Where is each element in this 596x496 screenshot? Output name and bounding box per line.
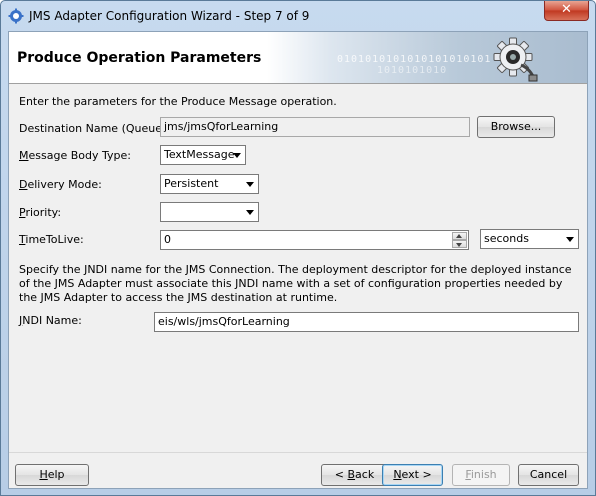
- label-text: elivery Mode:: [27, 178, 102, 191]
- button-label: ack: [355, 468, 375, 481]
- destination-label: Destination Name (Queue):: [19, 122, 170, 135]
- chevron-down-icon: [246, 182, 254, 187]
- priority-select[interactable]: [160, 202, 259, 222]
- input-value: 0: [164, 233, 171, 246]
- label-text: essage Body Type:: [28, 149, 131, 162]
- title-bar[interactable]: JMS Adapter Configuration Wizard - Step …: [1, 1, 595, 31]
- browse-button[interactable]: Browse...: [477, 116, 555, 138]
- chevron-down-icon: [246, 210, 254, 215]
- back-button[interactable]: < Back: [321, 464, 388, 486]
- button-label: <: [334, 468, 348, 481]
- time-to-live-input[interactable]: 0: [160, 230, 469, 250]
- mnemonic: M: [19, 149, 29, 162]
- wizard-header: Produce Operation Parameters 01010101010…: [9, 32, 587, 84]
- button-label: inish: [470, 468, 497, 481]
- jndi-description: Specify the JNDI name for the JMS Connec…: [19, 263, 572, 304]
- wizard-window: JMS Adapter Configuration Wizard - Step …: [0, 0, 596, 496]
- jndi-name-input[interactable]: eis/wls/jmsQforLearning: [154, 312, 579, 332]
- jndi-name-label: JNDI Name:: [19, 314, 82, 327]
- time-to-live-spinner[interactable]: [452, 232, 467, 248]
- help-button[interactable]: Help: [15, 464, 89, 486]
- select-value: TextMessage: [164, 148, 235, 161]
- chevron-down-icon: [233, 153, 241, 158]
- time-to-live-label: TimeToLive:: [19, 233, 84, 246]
- close-icon: ✕: [561, 2, 572, 17]
- close-button[interactable]: ✕: [544, 1, 589, 21]
- page-title: Produce Operation Parameters: [17, 50, 262, 66]
- cancel-button[interactable]: Cancel: [518, 464, 579, 486]
- select-value: seconds: [484, 232, 529, 245]
- time-unit-select[interactable]: seconds: [480, 229, 579, 249]
- delivery-mode-select[interactable]: Persistent: [160, 174, 259, 194]
- header-banner: 0101010101010101010101 1010101010: [267, 32, 587, 83]
- button-label: ext >: [401, 468, 432, 481]
- priority-label: Priority:: [19, 206, 61, 219]
- label-text: imeToLive:: [25, 233, 84, 246]
- binary-pattern-2: 1010101010: [377, 65, 448, 76]
- spin-down-icon[interactable]: [452, 240, 467, 248]
- button-label: elp: [47, 468, 65, 481]
- wizard-client-area: Produce Operation Parameters 01010101010…: [8, 31, 588, 489]
- select-value: Persistent: [164, 177, 219, 190]
- delivery-mode-label: Delivery Mode:: [19, 178, 102, 191]
- footer-divider: [9, 452, 587, 453]
- next-button[interactable]: Next >: [382, 464, 443, 486]
- finish-button[interactable]: Finish: [452, 464, 510, 486]
- spin-up-icon[interactable]: [452, 232, 467, 240]
- message-body-type-label: Message Body Type:: [19, 149, 131, 162]
- label-text: NDI Name:: [22, 314, 82, 327]
- binary-pattern: 0101010101010101010101: [337, 54, 492, 65]
- message-body-type-select[interactable]: TextMessage: [160, 145, 246, 165]
- label-text: riority:: [25, 206, 62, 219]
- gear-icon: [493, 37, 538, 82]
- mnemonic: B: [347, 468, 356, 481]
- chevron-down-icon: [566, 237, 574, 242]
- mnemonic: N: [393, 468, 402, 481]
- window-title: JMS Adapter Configuration Wizard - Step …: [29, 9, 310, 23]
- app-icon: [8, 8, 24, 24]
- intro-text: Enter the parameters for the Produce Mes…: [19, 95, 337, 108]
- mnemonic: H: [39, 468, 48, 481]
- destination-field[interactable]: jms/jmsQforLearning: [160, 117, 470, 137]
